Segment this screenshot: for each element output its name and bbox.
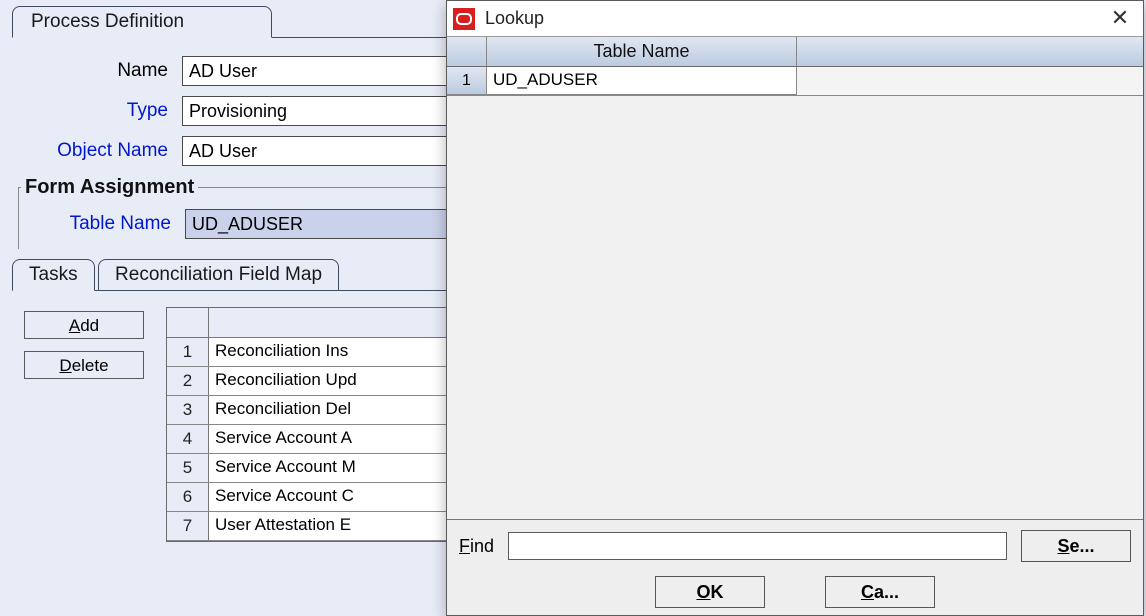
- cancel-button[interactable]: Ca...: [825, 576, 935, 608]
- form-assignment-legend: Form Assignment: [21, 176, 198, 199]
- label-find: Find: [459, 536, 494, 557]
- find-input[interactable]: [508, 532, 1007, 560]
- tab-reconciliation-field-map[interactable]: Reconciliation Field Map: [98, 259, 339, 291]
- label-name: Name: [12, 60, 182, 82]
- delete-button[interactable]: Delete: [24, 351, 144, 379]
- label-table-name: Table Name: [27, 213, 185, 235]
- table-row[interactable]: 1 UD_ADUSER: [447, 67, 1143, 95]
- label-type: Type: [12, 100, 182, 122]
- search-button[interactable]: Se...: [1021, 530, 1131, 562]
- dialog-title: Lookup: [485, 8, 1105, 29]
- lookup-column-header: Table Name: [487, 37, 797, 66]
- tab-process-definition[interactable]: Process Definition: [12, 6, 272, 38]
- lookup-table[interactable]: Table Name 1 UD_ADUSER: [447, 37, 1143, 96]
- close-icon[interactable]: ✕: [1105, 4, 1135, 34]
- label-object-name: Object Name: [12, 140, 182, 162]
- ok-button[interactable]: OK: [655, 576, 765, 608]
- lookup-dialog: Lookup ✕ Table Name 1 UD_ADUSER Find Se.…: [446, 0, 1144, 616]
- oracle-icon: [453, 8, 475, 30]
- add-button[interactable]: Add: [24, 311, 144, 339]
- tab-tasks[interactable]: Tasks: [12, 259, 95, 291]
